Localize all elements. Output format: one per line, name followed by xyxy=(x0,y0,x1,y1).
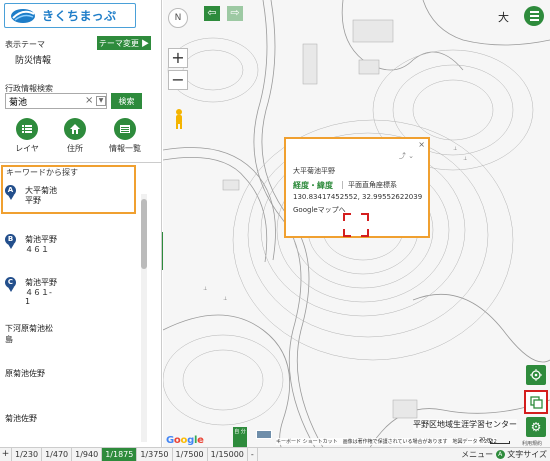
svg-text:⊥: ⊥ xyxy=(223,296,227,302)
close-icon[interactable]: × xyxy=(418,140,425,149)
menu-button[interactable] xyxy=(524,6,544,26)
info-list-label: 情報一覧 xyxy=(109,144,141,153)
map-pin-a-icon: A xyxy=(5,185,17,201)
map-thumbnail[interactable] xyxy=(256,430,272,439)
zoom-out-button[interactable]: − xyxy=(168,70,188,90)
text-size-large-label[interactable]: 大 xyxy=(498,9,509,25)
google-maps-link[interactable]: Googleマップへ xyxy=(293,205,346,215)
search-box: × ▼ xyxy=(5,93,107,109)
tab-lat-lng[interactable]: 経度・緯度 xyxy=(293,180,333,191)
left-panel: きくちまっぷ 表示テーマ テーマ変更 ▶ 防災情報 行政情報検索 × ▼ 検索 … xyxy=(0,0,162,461)
result-address: 平野 xyxy=(25,196,41,205)
svg-text:⊥: ⊥ xyxy=(203,286,207,292)
forward-button[interactable]: ⇨ xyxy=(227,6,243,21)
scale-option[interactable]: - xyxy=(248,448,258,461)
logo-text: きくちまっぷ xyxy=(42,9,117,23)
scale-expand-button[interactable]: + xyxy=(0,448,12,461)
keyword-search-title: キーワードから探す xyxy=(6,168,78,177)
info-list-button[interactable]: 情報一覧 xyxy=(104,118,146,154)
map-view[interactable]: ⊥ ⊥ ⊥ ⊥ N + − ⇦ ⇨ 大 × ⤴ ⌄ 大平菊池平野 経度・緯度 | 平面… xyxy=(163,0,550,461)
result-item-plain[interactable]: 下河原菊池松 xyxy=(5,323,53,334)
theme-label: 表示テーマ xyxy=(5,40,45,49)
map-attribution: キーボード ショートカット 画像は著作権で保護されている場合があります 地図デー… xyxy=(276,438,497,445)
layer-icon xyxy=(16,118,38,140)
theme-value: 防災情報 xyxy=(15,56,52,66)
result-address: ４６１ xyxy=(25,245,49,254)
scale-option[interactable]: 1/15000 xyxy=(208,448,248,461)
scale-option[interactable]: 1/470 xyxy=(42,448,73,461)
address-label: 住所 xyxy=(67,144,83,153)
layer-label: レイヤ xyxy=(15,144,39,153)
search-button[interactable]: 検索 xyxy=(111,93,142,109)
current-location-button[interactable] xyxy=(526,365,546,385)
results-scrollbar[interactable] xyxy=(141,194,147,442)
popup-title: 大平菊池平野 xyxy=(293,167,335,175)
compass-button[interactable]: N xyxy=(168,8,188,28)
pegman-icon[interactable] xyxy=(172,108,186,130)
theme-change-button[interactable]: テーマ変更 ▶ xyxy=(97,36,151,50)
search-input[interactable] xyxy=(9,95,79,107)
location-marker-icon xyxy=(343,213,369,237)
menu-icon xyxy=(529,11,539,13)
bottom-right-controls: メニュー A 文字サイズ xyxy=(461,448,547,461)
tab-separator: | xyxy=(341,180,344,189)
text-size-link[interactable]: 文字サイズ xyxy=(507,450,547,459)
search-results: キーワードから探す A 大平菊池 平野 B 菊池平野 ４６１ C 菊池平野 ４６… xyxy=(0,162,162,442)
result-address-line2: 1 xyxy=(25,297,31,306)
map-pin-c-icon: C xyxy=(5,277,17,293)
streetview-button[interactable]: 自 分 xyxy=(233,427,247,449)
zoom-in-button[interactable]: + xyxy=(168,48,188,68)
result-item-plain[interactable]: 原菊池佐野 xyxy=(5,368,45,379)
address-button[interactable]: 住所 xyxy=(54,118,96,154)
scale-option-active[interactable]: 1/1875 xyxy=(102,448,138,461)
scale-option[interactable]: 1/3750 xyxy=(137,448,173,461)
scale-selector-bar: + 1/230 1/470 1/940 1/1875 1/3750 1/7500… xyxy=(0,447,550,461)
tab-plane-coords[interactable]: 平面直角座標系 xyxy=(348,180,397,190)
popup-action-icons[interactable]: ⤴ ⌄ xyxy=(399,151,414,161)
back-button[interactable]: ⇦ xyxy=(204,6,220,21)
popup-coordinates: 130.83417452552, 32.99552622039 xyxy=(293,193,423,201)
scale-option[interactable]: 1/940 xyxy=(72,448,103,461)
chevron-down-icon[interactable]: ▼ xyxy=(96,96,106,106)
result-item-plain[interactable]: 菊池佐野 xyxy=(5,413,37,424)
map-place-label: 平野区地域生涯学習センター xyxy=(413,419,517,430)
settings-button[interactable]: ⚙ xyxy=(526,417,546,437)
home-icon xyxy=(64,118,86,140)
copy-layers-icon xyxy=(529,395,543,409)
text-size-icon: A xyxy=(495,450,505,459)
scale-option[interactable]: 1/7500 xyxy=(173,448,208,461)
crosshair-icon xyxy=(530,369,542,381)
scale-option[interactable]: 1/230 xyxy=(12,448,43,461)
base-map-switch-button[interactable] xyxy=(524,390,548,414)
terms-link[interactable]: 利用規約 xyxy=(522,440,542,447)
result-item-plain[interactable]: 島 xyxy=(5,334,13,345)
clear-icon[interactable]: × xyxy=(85,95,93,107)
scrollbar-thumb[interactable] xyxy=(141,199,147,269)
svg-text:⊥: ⊥ xyxy=(463,156,467,162)
google-logo: Google xyxy=(166,435,204,446)
svg-text:⊥: ⊥ xyxy=(453,146,457,152)
logo-swoosh-icon xyxy=(11,9,35,23)
list-icon xyxy=(114,118,136,140)
layer-button[interactable]: レイヤ xyxy=(6,118,48,154)
gear-icon: ⚙ xyxy=(530,420,542,434)
map-pin-b-icon: B xyxy=(5,234,17,250)
map-scale-bar xyxy=(490,441,510,444)
menu-link[interactable]: メニュー xyxy=(461,450,493,459)
app-logo[interactable]: きくちまっぷ xyxy=(4,3,136,28)
